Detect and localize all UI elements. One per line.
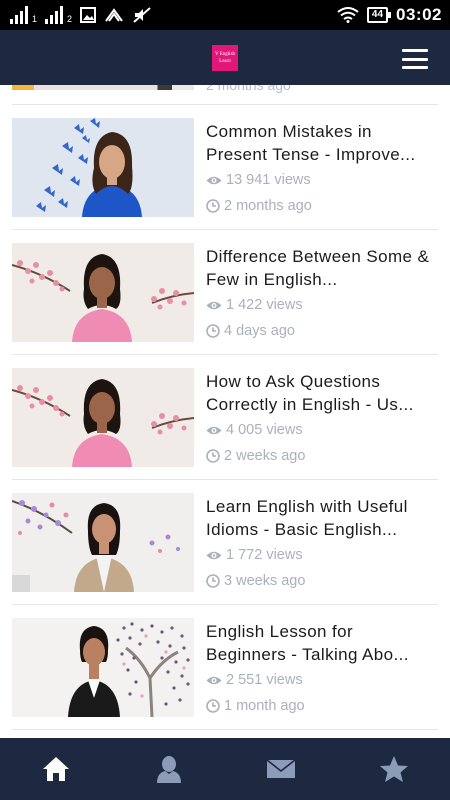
- time-ago: 1 month ago: [224, 698, 305, 714]
- time-row: 3 weeks ago: [206, 573, 305, 589]
- signal-icon-sim2: 2: [45, 6, 72, 24]
- video-title[interactable]: Difference Between Some & Few in English…: [206, 245, 438, 291]
- mute-icon: [133, 7, 151, 23]
- video-thumbnail: [12, 368, 194, 467]
- views-row: 1 772 views: [206, 547, 303, 563]
- sim1-label: 1: [32, 14, 38, 24]
- video-title[interactable]: Common Mistakes in Present Tense - Impro…: [206, 120, 438, 166]
- view-count: 2 551 views: [226, 672, 303, 688]
- video-title[interactable]: How to Ask Questions Correctly in Englis…: [206, 370, 438, 416]
- views-row: 2 551 views: [206, 672, 303, 688]
- menu-bar: [402, 57, 428, 61]
- app-logo[interactable]: V English Learn: [212, 44, 238, 71]
- clock-icon: [206, 199, 220, 213]
- wifi-icon: [337, 7, 359, 23]
- nav-messages-button[interactable]: [251, 738, 311, 800]
- eye-icon: [206, 176, 222, 184]
- video-title[interactable]: English Lesson for Beginners - Talking A…: [206, 620, 438, 666]
- view-count: 13 941 views: [226, 172, 311, 188]
- list-item[interactable]: Common Mistakes in Present Tense - Impro…: [12, 105, 438, 230]
- view-count: 1 422 views: [226, 297, 303, 313]
- menu-bar: [402, 49, 428, 52]
- hamburger-menu-button[interactable]: [402, 49, 428, 69]
- status-bar: 1 2 44 03:02: [0, 0, 450, 30]
- battery-indicator: 44: [366, 7, 392, 23]
- time-row: 4 days ago: [206, 323, 295, 339]
- bottom-nav: [0, 738, 450, 800]
- sim2-label: 2: [67, 14, 73, 24]
- time-ago: 3 weeks ago: [224, 573, 306, 589]
- video-thumbnail: [12, 493, 194, 592]
- list-item[interactable]: English Lesson for Beginners - Talking A…: [12, 605, 438, 730]
- list-item[interactable]: Learn English with Useful Idioms - Basic…: [12, 480, 438, 605]
- time-row: 2 weeks ago: [206, 448, 305, 464]
- clock-icon: [206, 324, 220, 338]
- eye-icon: [206, 676, 222, 684]
- eye-icon: [206, 426, 222, 434]
- eye-icon: [206, 301, 222, 309]
- logo-line2: Learn: [219, 58, 231, 64]
- video-thumbnail: [12, 118, 194, 217]
- time-ago: 4 days ago: [224, 323, 295, 339]
- clock-icon: [206, 449, 220, 463]
- clock-icon: [206, 574, 220, 588]
- status-right: 44 03:02: [337, 5, 442, 25]
- mail-icon: [266, 759, 296, 778]
- list-item[interactable]: Difference Between Some & Few in English…: [12, 230, 438, 355]
- time-ago: 2 weeks ago: [224, 448, 306, 464]
- video-feed[interactable]: 2 months ago Common Mistakes in Present …: [0, 85, 450, 738]
- logo-line1: V English: [214, 51, 236, 57]
- view-count: 1 772 views: [226, 547, 303, 563]
- video-thumbnail: [12, 243, 194, 342]
- status-time: 03:02: [396, 5, 442, 24]
- eye-icon: [206, 551, 222, 559]
- nav-profile-button[interactable]: [139, 738, 199, 800]
- signal-icon-sim1: 1: [10, 6, 37, 24]
- list-item[interactable]: How to Ask Questions Correctly in Englis…: [12, 355, 438, 480]
- user-icon: [156, 756, 181, 783]
- status-left: 1 2: [10, 6, 152, 24]
- app-header: V English Learn: [0, 30, 450, 85]
- video-thumbnail: [12, 85, 194, 90]
- menu-bar: [402, 66, 428, 69]
- home-icon: [43, 757, 70, 781]
- gallery-icon: [80, 7, 97, 23]
- view-count: 4 005 views: [226, 422, 303, 438]
- video-title[interactable]: Learn English with Useful Idioms - Basic…: [206, 495, 438, 541]
- views-row: 1 422 views: [206, 297, 303, 313]
- time-ago: 2 months ago: [224, 198, 312, 214]
- views-row: 4 005 views: [206, 422, 303, 438]
- nav-home-button[interactable]: [26, 738, 86, 800]
- clock-icon: [206, 699, 220, 713]
- list-item-partial[interactable]: 2 months ago: [12, 85, 438, 105]
- time-ago: 2 months ago: [206, 85, 291, 93]
- nav-favorites-button[interactable]: [364, 738, 424, 800]
- star-icon: [379, 756, 408, 782]
- time-row: 1 month ago: [206, 698, 305, 714]
- cast-icon: [105, 8, 123, 22]
- time-row: 2 months ago: [206, 198, 312, 214]
- video-thumbnail: [12, 618, 194, 717]
- views-row: 13 941 views: [206, 172, 311, 188]
